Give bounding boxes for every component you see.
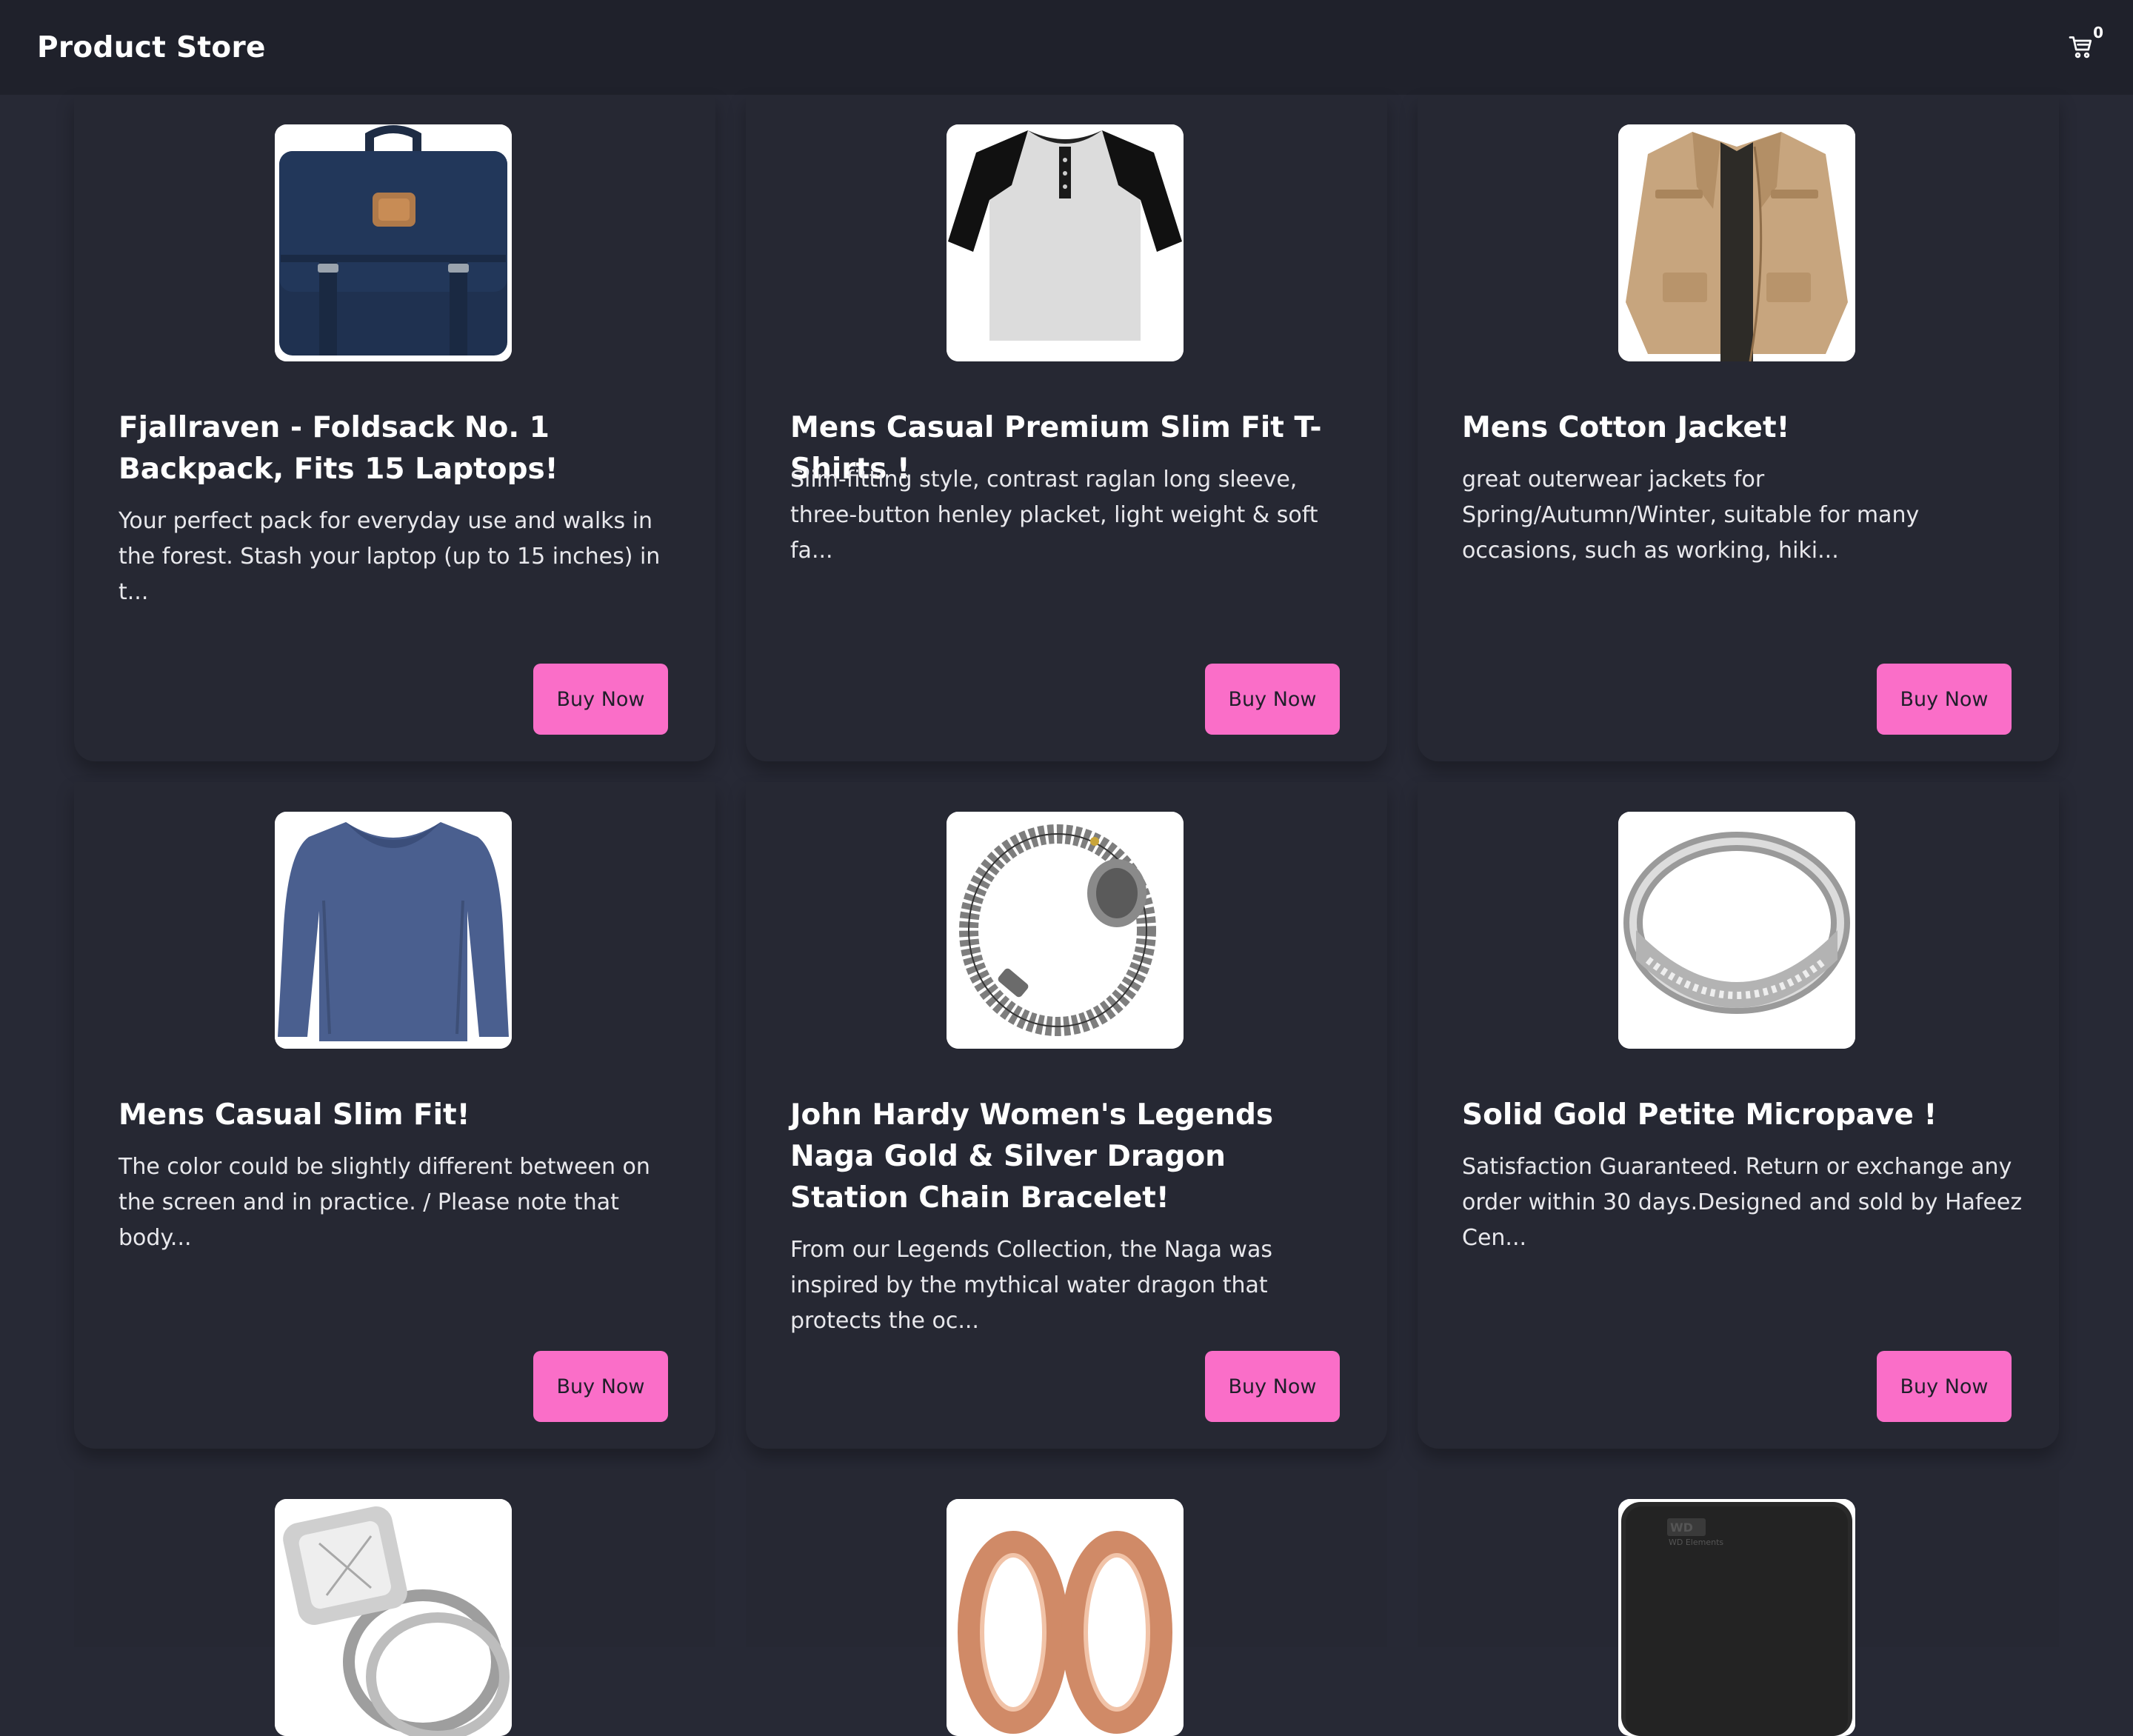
product-description: From our Legends Collection, the Naga wa… [790, 1237, 1273, 1334]
product-card: Fjallraven - Foldsack No. 1 Backpack, Fi… [74, 95, 715, 761]
navbar: Product Store 0 [0, 0, 2133, 95]
product-title: Mens Cotton Jacket! [1462, 411, 1790, 444]
product-card: Solid Gold Petite Micropave ! Satisfacti… [1418, 782, 2059, 1449]
cart-count-badge: 0 [2093, 24, 2103, 41]
buy-now-button[interactable]: Buy Now [1205, 1351, 1340, 1422]
product-description: Satisfaction Guaranteed. Return or excha… [1462, 1154, 2023, 1251]
product-image-jacket[interactable] [1618, 124, 1855, 361]
product-description: great outerwear jackets for Spring/Autum… [1462, 467, 1920, 564]
product-title: John Hardy Women's Legends Naga Gold & S… [790, 1098, 1274, 1215]
product-description: Your perfect pack for everyday use and w… [118, 508, 661, 605]
product-image-bracelet[interactable] [947, 812, 1184, 1049]
product-card: Mens Casual Slim Fit! The color could be… [74, 782, 715, 1449]
product-card [746, 1469, 1387, 1736]
cart-icon [2069, 36, 2092, 59]
brand-title[interactable]: Product Store [37, 31, 266, 64]
product-card: WD WD Elements [1418, 1469, 2059, 1736]
product-image-external-drive[interactable]: WD WD Elements [1618, 1499, 1855, 1736]
product-grid: Fjallraven - Foldsack No. 1 Backpack, Fi… [74, 95, 2059, 1736]
product-image-tshirt[interactable] [947, 124, 1184, 361]
product-image-long-sleeve-shirt[interactable] [275, 812, 512, 1049]
product-title: Mens Casual Slim Fit! [118, 1098, 470, 1132]
product-title: Solid Gold Petite Micropave ! [1462, 1098, 1937, 1132]
product-description: Slim-fitting style, contrast raglan long… [790, 467, 1318, 564]
product-card: John Hardy Women's Legends Naga Gold & S… [746, 782, 1387, 1449]
product-description: The color could be slightly different be… [118, 1154, 650, 1251]
product-image-diamond-ring[interactable] [275, 1499, 512, 1736]
buy-now-button[interactable]: Buy Now [533, 664, 668, 735]
product-image-rose-gold-plugs[interactable] [947, 1499, 1184, 1736]
buy-now-button[interactable]: Buy Now [1205, 664, 1340, 735]
product-card: Mens Cotton Jacket! great outerwear jack… [1418, 95, 2059, 761]
cart-button[interactable]: 0 [2060, 24, 2103, 68]
buy-now-button[interactable]: Buy Now [533, 1351, 668, 1422]
drive-label-text: WD Elements [1669, 1538, 1723, 1547]
product-card: Mens Casual Premium Slim Fit T-Shirts ! … [746, 95, 1387, 761]
product-image-backpack[interactable] [275, 124, 512, 361]
product-card [74, 1469, 715, 1736]
product-title: Fjallraven - Foldsack No. 1 Backpack, Fi… [118, 411, 558, 486]
svg-text:WD: WD [1670, 1520, 1693, 1535]
product-image-ring[interactable] [1618, 812, 1855, 1049]
buy-now-button[interactable]: Buy Now [1877, 664, 2012, 735]
buy-now-button[interactable]: Buy Now [1877, 1351, 2012, 1422]
